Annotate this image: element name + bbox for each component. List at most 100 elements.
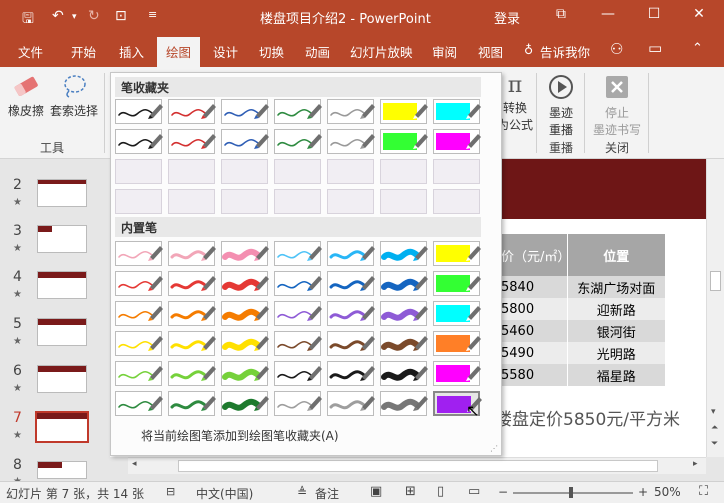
zoom-in-icon[interactable]: +: [638, 485, 648, 499]
fit-slide-icon[interactable]: ⛶: [699, 484, 708, 499]
builtin-pen-swatch[interactable]: [327, 391, 375, 416]
builtin-pen-swatch[interactable]: [115, 331, 163, 356]
normal-view-icon[interactable]: ▣: [370, 484, 382, 499]
notes-icon[interactable]: ≜: [297, 485, 307, 499]
spellcheck-icon[interactable]: ⊟: [166, 485, 175, 498]
notes-button[interactable]: 备注: [315, 485, 339, 502]
add-to-favorites-link[interactable]: 将当前绘图笔添加到绘图笔收藏夹(A): [141, 427, 339, 444]
language-status[interactable]: 中文(中国): [196, 485, 253, 502]
builtin-pen-swatch[interactable]: [274, 301, 322, 326]
builtin-pen-swatch[interactable]: [115, 241, 163, 266]
tab-insert[interactable]: 插入: [119, 42, 144, 61]
slide-thumbnail-2[interactable]: [37, 179, 87, 207]
tab-animations[interactable]: 动画: [305, 42, 330, 61]
tab-draw[interactable]: 绘图: [157, 37, 201, 67]
zoom-out-icon[interactable]: −: [498, 485, 508, 499]
builtin-pen-swatch[interactable]: [221, 271, 269, 296]
slide-thumbnail-3[interactable]: [37, 225, 87, 253]
undo-dropdown-icon[interactable]: ▾: [72, 12, 77, 22]
builtin-pen-swatch[interactable]: [433, 271, 481, 296]
next-slide-icon[interactable]: ⏷: [711, 439, 718, 449]
login-button[interactable]: 登录: [494, 8, 520, 27]
builtin-pen-swatch[interactable]: [168, 241, 216, 266]
builtin-pen-swatch[interactable]: [274, 241, 322, 266]
collapse-ribbon-icon[interactable]: ⌃: [692, 41, 703, 56]
favorite-pen-swatch[interactable]: [115, 129, 163, 154]
zoom-slider[interactable]: [513, 492, 633, 494]
favorite-pen-swatch[interactable]: [380, 129, 428, 154]
builtin-pen-swatch[interactable]: [221, 391, 269, 416]
vertical-scrollbar[interactable]: ▾ ⏶ ⏷: [706, 159, 724, 457]
builtin-pen-swatch[interactable]: [168, 331, 216, 356]
scroll-left-icon[interactable]: ◂: [132, 459, 137, 469]
eraser-button[interactable]: 橡皮擦: [6, 73, 46, 119]
builtin-pen-swatch[interactable]: [168, 391, 216, 416]
tab-home[interactable]: 开始: [71, 42, 96, 61]
minimize-icon[interactable]: —: [593, 6, 623, 22]
builtin-pen-swatch[interactable]: [380, 271, 428, 296]
favorite-pen-swatch[interactable]: [433, 99, 481, 124]
ribbon-display-options-icon[interactable]: ⧉: [546, 6, 576, 22]
builtin-pen-swatch[interactable]: [433, 361, 481, 386]
scroll-right-icon[interactable]: ▸: [693, 459, 698, 469]
tab-view[interactable]: 视图: [478, 42, 503, 61]
builtin-pen-swatch[interactable]: [168, 361, 216, 386]
builtin-pen-swatch[interactable]: [115, 301, 163, 326]
reading-view-icon[interactable]: ▯: [437, 484, 444, 499]
builtin-pen-swatch[interactable]: [380, 391, 428, 416]
builtin-pen-swatch[interactable]: [380, 241, 428, 266]
builtin-pen-swatch[interactable]: [274, 391, 322, 416]
resize-grip-icon[interactable]: ⋰: [490, 444, 498, 453]
slide-thumbnail-5[interactable]: [37, 318, 87, 346]
favorite-pen-swatch[interactable]: [274, 99, 322, 124]
tab-review[interactable]: 审阅: [432, 42, 457, 61]
builtin-pen-swatch[interactable]: [327, 301, 375, 326]
tell-me-search[interactable]: 告诉我你: [540, 42, 590, 61]
builtin-pen-swatch[interactable]: [380, 331, 428, 356]
zoom-level[interactable]: 50%: [654, 485, 681, 499]
builtin-pen-swatch[interactable]: [380, 361, 428, 386]
favorite-pen-swatch[interactable]: [168, 129, 216, 154]
share-user-icon[interactable]: ⚇: [610, 40, 623, 58]
builtin-pen-swatch[interactable]: [115, 271, 163, 296]
tab-slideshow[interactable]: 幻灯片放映: [350, 42, 413, 61]
builtin-pen-swatch[interactable]: [274, 271, 322, 296]
favorite-pen-swatch[interactable]: [168, 99, 216, 124]
maximize-icon[interactable]: ☐: [639, 6, 669, 22]
slide-thumbnail-8[interactable]: [37, 461, 87, 479]
builtin-pen-swatch[interactable]: [274, 361, 322, 386]
builtin-pen-swatch[interactable]: [327, 241, 375, 266]
builtin-pen-swatch[interactable]: [380, 301, 428, 326]
undo-icon[interactable]: ↶: [52, 8, 64, 24]
scroll-down-icon[interactable]: ▾: [711, 407, 716, 417]
builtin-pen-swatch[interactable]: [433, 241, 481, 266]
ink-replay-button[interactable]: 墨迹 重播: [543, 73, 579, 138]
save-icon[interactable]: 🖫: [22, 8, 34, 32]
builtin-pen-swatch[interactable]: [221, 331, 269, 356]
favorite-pen-swatch[interactable]: [274, 129, 322, 154]
builtin-pen-swatch[interactable]: [221, 361, 269, 386]
prev-slide-icon[interactable]: ⏶: [711, 423, 718, 433]
builtin-pen-swatch[interactable]: [221, 241, 269, 266]
favorite-pen-swatch[interactable]: [327, 129, 375, 154]
slideshow-view-icon[interactable]: ▭: [468, 484, 480, 499]
tab-file[interactable]: 文件: [18, 42, 43, 61]
close-icon[interactable]: ✕: [684, 6, 714, 22]
favorite-pen-swatch[interactable]: [221, 99, 269, 124]
comments-icon[interactable]: ▭: [648, 39, 662, 57]
tab-transitions[interactable]: 切换: [259, 42, 284, 61]
builtin-pen-swatch[interactable]: [327, 271, 375, 296]
favorite-pen-swatch[interactable]: [380, 99, 428, 124]
favorite-pen-swatch[interactable]: [433, 129, 481, 154]
builtin-pen-swatch[interactable]: [274, 331, 322, 356]
scroll-thumb[interactable]: [710, 271, 721, 291]
customize-quick-access-icon[interactable]: ≡: [148, 8, 157, 21]
favorite-pen-swatch[interactable]: [221, 129, 269, 154]
builtin-pen-swatch[interactable]: [168, 271, 216, 296]
slide-sorter-icon[interactable]: ⊞: [405, 484, 416, 499]
builtin-pen-swatch[interactable]: [433, 331, 481, 356]
lasso-select-button[interactable]: 套索选择: [48, 73, 100, 119]
slide-thumbnail-7[interactable]: [35, 411, 89, 443]
builtin-pen-swatch[interactable]: [115, 391, 163, 416]
zoom-slider-thumb[interactable]: [569, 487, 573, 498]
